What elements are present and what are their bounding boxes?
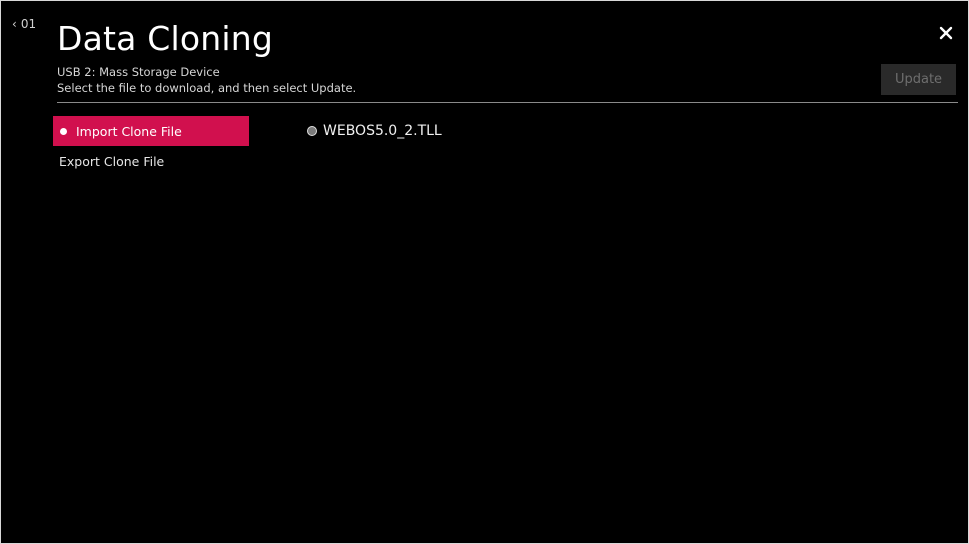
- menu-item-export-clone-file[interactable]: Export Clone File: [53, 146, 249, 176]
- file-list: WEBOS5.0_2.TLL: [307, 121, 442, 141]
- dot-icon: [60, 127, 67, 135]
- instruction-text: Select the file to download, and then se…: [57, 81, 357, 95]
- menu-item-label: Import Clone File: [76, 123, 182, 139]
- radio-icon[interactable]: [307, 126, 317, 136]
- device-name: USB 2: Mass Storage Device: [57, 65, 220, 79]
- file-name: WEBOS5.0_2.TLL: [323, 123, 442, 139]
- chevron-left-icon: ‹: [12, 17, 17, 31]
- close-button[interactable]: [936, 23, 956, 43]
- menu-item-label: Export Clone File: [59, 153, 165, 169]
- back-button[interactable]: ‹ 01: [12, 17, 36, 31]
- update-button[interactable]: Update: [881, 64, 956, 95]
- close-icon: [939, 26, 953, 40]
- page-description: USB 2: Mass Storage Device Select the fi…: [57, 64, 356, 96]
- file-item[interactable]: WEBOS5.0_2.TLL: [307, 121, 442, 141]
- tv-settings-screen: ‹ 01 Data Cloning USB 2: Mass Storage De…: [0, 0, 969, 544]
- back-step-label: 01: [20, 17, 37, 31]
- menu-item-import-clone-file[interactable]: Import Clone File: [53, 116, 249, 146]
- clone-mode-menu: Import Clone File Export Clone File: [53, 116, 249, 176]
- page-title: Data Cloning: [57, 19, 274, 58]
- header-divider: [57, 102, 958, 103]
